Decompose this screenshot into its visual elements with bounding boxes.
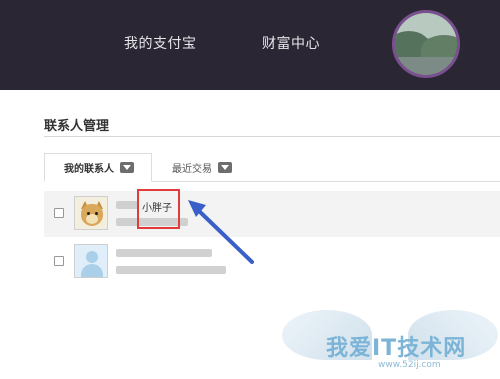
watermark-url: www.52ij.com <box>378 360 441 370</box>
watermark-text: 我爱IT技术网 <box>326 336 467 361</box>
site-watermark: 我爱IT技术网 www.52ij.com <box>282 300 500 379</box>
